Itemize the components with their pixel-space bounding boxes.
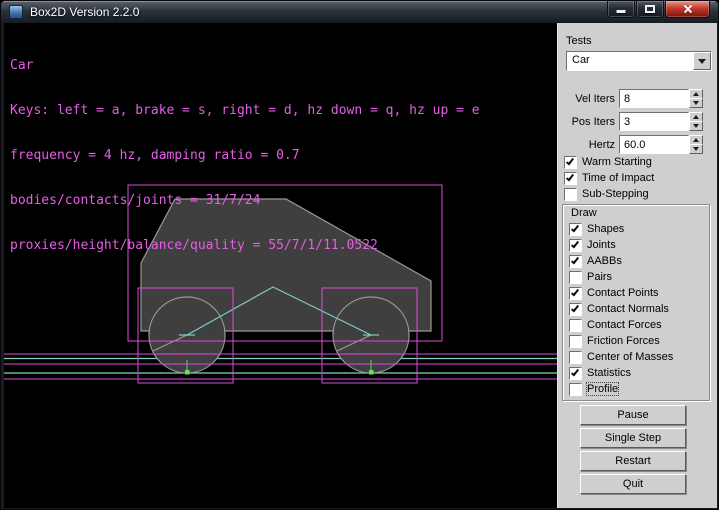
- hertz-spinner: [689, 135, 703, 154]
- checkbox-center-of-masses[interactable]: Center of Masses: [569, 350, 673, 364]
- window-title: Box2D Version 2.2.0: [30, 5, 139, 19]
- hud-line-proxies: proxies/height/balance/quality = 55/7/1/…: [10, 238, 480, 253]
- arrow-up-icon: [693, 138, 699, 142]
- arrow-up-icon: [693, 115, 699, 119]
- check-icon: [571, 303, 579, 312]
- titlebar[interactable]: Box2D Version 2.2.0: [1, 1, 718, 23]
- checkbox-box[interactable]: [569, 255, 582, 268]
- checkbox-shapes[interactable]: Shapes: [569, 222, 624, 236]
- window-controls: [606, 1, 710, 18]
- checkbox-sub-stepping[interactable]: Sub-Stepping: [564, 187, 649, 201]
- hud-line-title: Car: [10, 58, 480, 73]
- check-icon: [571, 223, 579, 232]
- checkbox-box[interactable]: [564, 172, 577, 185]
- checkbox-time-of-impact[interactable]: Time of Impact: [564, 171, 654, 185]
- checkbox-box[interactable]: [569, 239, 582, 252]
- spinner-down-button[interactable]: [689, 98, 703, 108]
- vel-iters-label: Vel Iters: [558, 93, 615, 105]
- checkbox-box[interactable]: [569, 383, 582, 396]
- control-panel: Tests Car Vel Iters Pos Iters: [557, 23, 717, 508]
- minimize-icon: [617, 10, 626, 13]
- vel-iters-spinner: [689, 89, 703, 108]
- debug-text: Car Keys: left = a, brake = s, right = d…: [10, 28, 480, 283]
- check-icon: [571, 367, 579, 376]
- check-icon: [566, 156, 574, 165]
- checkbox-box[interactable]: [569, 287, 582, 300]
- tests-dropdown-value: Car: [572, 54, 590, 66]
- pos-iters-input[interactable]: [619, 112, 689, 131]
- hertz-label: Hertz: [558, 139, 615, 151]
- spinner-down-button[interactable]: [689, 144, 703, 154]
- app-icon: [9, 5, 23, 19]
- chevron-down-icon: [698, 59, 706, 64]
- quit-button[interactable]: Quit: [580, 474, 686, 494]
- maximize-icon: [645, 5, 655, 13]
- vel-iters-input[interactable]: [619, 89, 689, 108]
- checkbox-friction-forces[interactable]: Friction Forces: [569, 334, 660, 348]
- check-icon: [571, 255, 579, 264]
- ground-lines: [4, 359, 557, 374]
- checkbox-box[interactable]: [564, 156, 577, 169]
- checkbox-aabbs[interactable]: AABBs: [569, 254, 622, 268]
- pos-iters-label: Pos Iters: [558, 116, 615, 128]
- close-button[interactable]: [665, 1, 710, 18]
- restart-button[interactable]: Restart: [580, 451, 686, 471]
- maximize-button[interactable]: [636, 1, 664, 18]
- check-icon: [571, 287, 579, 296]
- arrow-down-icon: [693, 101, 699, 105]
- arrow-up-icon: [693, 92, 699, 96]
- checkbox-box[interactable]: [569, 319, 582, 332]
- single-step-button[interactable]: Single Step: [580, 428, 686, 448]
- checkbox-profile[interactable]: Profile: [569, 382, 618, 396]
- checkbox-statistics[interactable]: Statistics: [569, 366, 631, 380]
- check-icon: [571, 239, 579, 248]
- tests-dropdown[interactable]: Car: [566, 51, 712, 71]
- checkbox-joints[interactable]: Joints: [569, 238, 616, 252]
- close-icon: [682, 3, 694, 15]
- checkbox-box[interactable]: [569, 271, 582, 284]
- pos-iters-row: Pos Iters: [558, 112, 718, 132]
- checkbox-box[interactable]: [564, 188, 577, 201]
- checkbox-contact-points[interactable]: Contact Points: [569, 286, 659, 300]
- checkbox-contact-normals[interactable]: Contact Normals: [569, 302, 669, 316]
- checkbox-box[interactable]: [569, 223, 582, 236]
- checkbox-box[interactable]: [569, 351, 582, 364]
- pause-button[interactable]: Pause: [580, 405, 686, 425]
- checkbox-box[interactable]: [569, 303, 582, 316]
- checkbox-warm-starting[interactable]: Warm Starting: [564, 155, 652, 169]
- spinner-down-button[interactable]: [689, 121, 703, 131]
- arrow-down-icon: [693, 124, 699, 128]
- pos-iters-spinner: [689, 112, 703, 131]
- hertz-input[interactable]: [619, 135, 689, 154]
- hud-line-keys: Keys: left = a, brake = s, right = d, hz…: [10, 103, 480, 118]
- dropdown-arrow-button[interactable]: [693, 52, 711, 70]
- minimize-button[interactable]: [607, 1, 635, 18]
- checkbox-box[interactable]: [569, 367, 582, 380]
- check-icon: [566, 172, 574, 181]
- arrow-down-icon: [693, 147, 699, 151]
- hud-line-frequency: frequency = 4 hz, damping ratio = 0.7: [10, 148, 480, 163]
- checkbox-box[interactable]: [569, 335, 582, 348]
- window-content: Car Keys: left = a, brake = s, right = d…: [4, 23, 717, 508]
- vel-iters-row: Vel Iters: [558, 89, 718, 109]
- checkbox-pairs[interactable]: Pairs: [569, 270, 612, 284]
- hud-line-bodies: bodies/contacts/joints = 31/7/24: [10, 193, 480, 208]
- draw-group: Draw Shapes Joints AABBs Pairs: [562, 204, 710, 401]
- draw-group-title: Draw: [571, 207, 597, 219]
- tests-label: Tests: [566, 35, 592, 47]
- hertz-row: Hertz: [558, 135, 718, 155]
- simulation-canvas[interactable]: Car Keys: left = a, brake = s, right = d…: [4, 23, 557, 508]
- checkbox-contact-forces[interactable]: Contact Forces: [569, 318, 662, 332]
- app-window: Box2D Version 2.2.0: [0, 0, 719, 510]
